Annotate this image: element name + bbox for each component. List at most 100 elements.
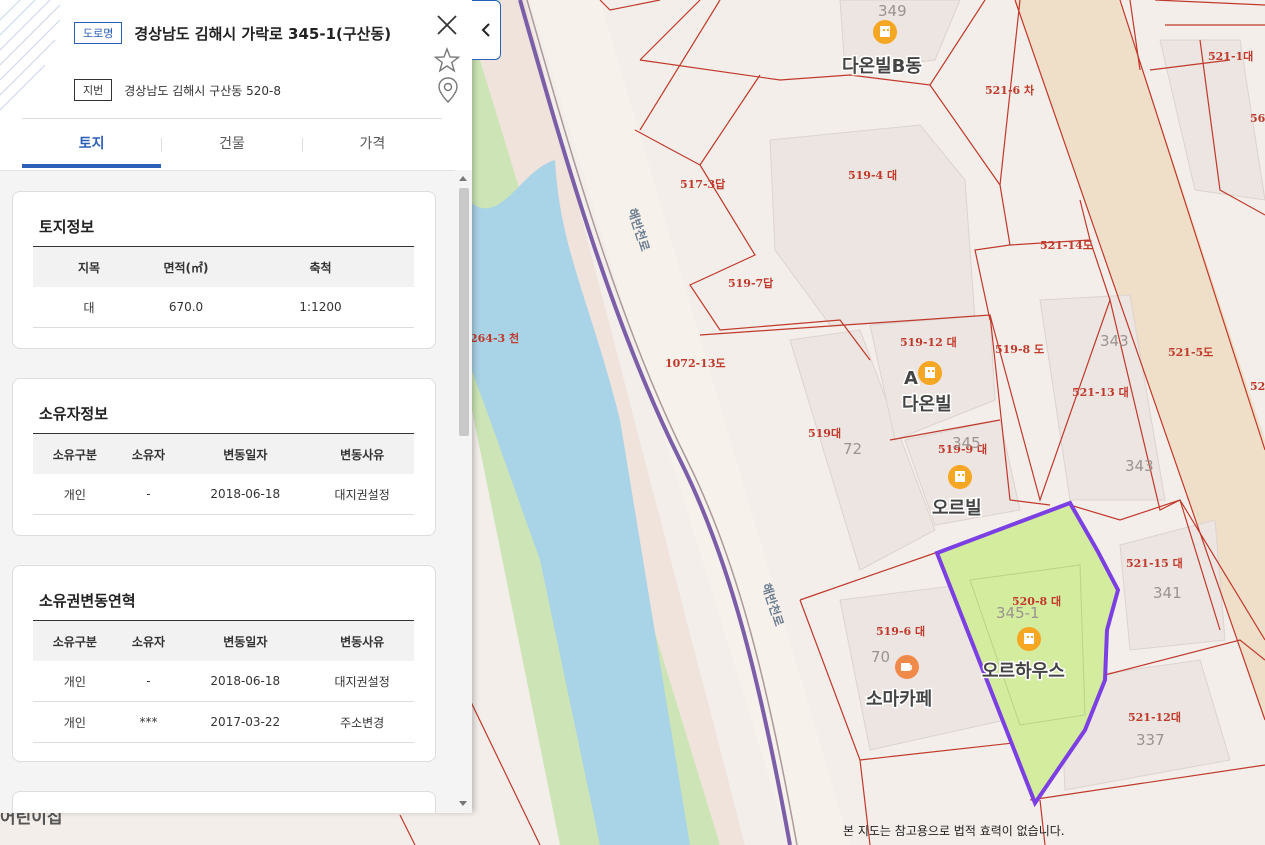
table-cell: - — [116, 661, 181, 702]
table-cell: 대 — [33, 287, 145, 328]
parcel-label: 519대 — [808, 426, 841, 440]
land-info-table: 지목 면적(㎡) 축척 대 670.0 1:1200 — [33, 246, 414, 328]
parcel-label: 521-6 차 — [985, 83, 1035, 97]
col-header: 소유구분 — [33, 620, 117, 661]
lot-address-tag: 지번 — [74, 79, 113, 101]
apartment-icon — [948, 465, 972, 489]
table-cell: 대지권설정 — [310, 474, 414, 515]
table-cell: 670.0 — [145, 287, 227, 328]
scroll-up-icon[interactable] — [459, 176, 467, 181]
parcel-label: 519-12 대 — [900, 335, 957, 349]
table-cell: 대지권설정 — [310, 661, 414, 702]
parcel-label: 521-12대 — [1128, 710, 1181, 724]
lot-address: 경상남도 김해시 구산동 520-8 — [124, 83, 281, 98]
parcel-label: 56 — [1250, 112, 1265, 125]
parcel-label: 345-1 — [996, 604, 1040, 622]
tab-land[interactable]: 토지 — [22, 128, 162, 170]
col-header: 변동사유 — [310, 620, 414, 661]
scrollbar[interactable] — [455, 170, 472, 812]
road-address-tag: 도로명 — [74, 22, 123, 44]
table-cell: 1:1200 — [227, 287, 414, 328]
col-header: 변동일자 — [180, 433, 311, 474]
ownership-history-table: 소유구분 소유자 변동일자 변동사유 개인 - 2018-06-18 대지권설정… — [33, 620, 414, 743]
lot-address-row: 지번 경상남도 김해시 구산동 520-8 — [74, 79, 281, 101]
parcel-label: 337 — [1136, 731, 1165, 749]
owner-info-card: 소유자정보 소유구분 소유자 변동일자 변동사유 개인 - 2018-06-18… — [12, 378, 436, 536]
col-header: 변동일자 — [180, 620, 311, 661]
owner-info-table: 소유구분 소유자 변동일자 변동사유 개인 - 2018-06-18 대지권설정 — [33, 433, 414, 515]
tab-bar: 토지 건물 가격 — [22, 128, 442, 170]
apartment-icon — [918, 361, 942, 385]
building-name: 다온빌B동 — [842, 56, 922, 77]
table-cell: *** — [116, 701, 181, 743]
road-address: 경상남도 김해시 가락로 345-1(구산동) — [134, 24, 392, 43]
table-row: 대 670.0 1:1200 — [33, 287, 414, 328]
parcel-label: 1072-13도 — [665, 357, 726, 370]
parcel-label: 521-14도 — [1040, 239, 1093, 252]
table-cell: 2018-06-18 — [180, 661, 311, 702]
land-info-title: 토지정보 — [39, 218, 95, 236]
building-name: 오르빌 — [932, 498, 982, 519]
table-row: 개인 - 2018-06-18 대지권설정 — [33, 661, 414, 702]
building-name: A — [904, 368, 918, 389]
table-cell: 개인 — [33, 474, 117, 515]
next-card — [12, 791, 436, 813]
parcel-label: 343 — [1125, 457, 1154, 475]
location-pin-icon[interactable] — [436, 77, 460, 103]
ownership-history-card: 소유권변동연혁 소유구분 소유자 변동일자 변동사유 개인 - 2018-06-… — [12, 565, 436, 762]
parcel-label: 343 — [1100, 332, 1129, 350]
col-header: 면적(㎡) — [145, 246, 227, 287]
parcel-label: 521-15 대 — [1126, 556, 1183, 570]
parcel-label: 517-3답 — [680, 177, 725, 191]
parcel-label: 521-1대 — [1208, 49, 1253, 63]
parcel-label: 519-4 대 — [848, 168, 897, 182]
tab-building[interactable]: 건물 — [162, 128, 301, 170]
owner-info-title: 소유자정보 — [39, 405, 109, 423]
table-row: 개인 - 2018-06-18 대지권설정 — [33, 474, 414, 515]
parcel-label: 519-7답 — [728, 276, 773, 290]
scrollbar-thumb[interactable] — [459, 188, 469, 436]
close-icon[interactable] — [434, 12, 460, 38]
table-row: 개인 *** 2017-03-22 주소변경 — [33, 701, 414, 743]
table-cell: 2017-03-22 — [180, 701, 311, 743]
col-header: 지목 — [33, 246, 145, 287]
land-info-card: 토지정보 지목 면적(㎡) 축척 대 670.0 1:1200 — [12, 191, 436, 349]
parcel-label: 341 — [1153, 584, 1182, 602]
col-header: 소유자 — [116, 620, 181, 661]
apartment-icon — [1017, 627, 1041, 651]
ownership-history-title: 소유권변동연혁 — [39, 592, 136, 610]
table-cell: 개인 — [33, 661, 117, 702]
building-name: 다온빌 — [902, 394, 952, 415]
parcel-label: 349 — [878, 2, 907, 20]
cafe-icon — [895, 655, 919, 679]
scroll-down-icon[interactable] — [459, 801, 467, 806]
parcel-label: 521-5도 — [1168, 346, 1213, 359]
col-header: 소유구분 — [33, 433, 117, 474]
parcel-label: 521-13 대 — [1072, 385, 1129, 399]
chevron-left-icon — [481, 23, 490, 37]
table-cell: 개인 — [33, 701, 117, 743]
parcel-label: 519-6 대 — [876, 624, 925, 638]
building-name: 오르하우스 — [982, 661, 1065, 682]
col-header: 변동사유 — [310, 433, 414, 474]
tab-price[interactable]: 가격 — [303, 128, 442, 170]
col-header: 소유자 — [116, 433, 181, 474]
parcel-label: 72 — [843, 440, 862, 458]
col-header: 축척 — [227, 246, 414, 287]
parcel-label: 52 — [1250, 380, 1265, 393]
apartment-icon — [873, 20, 897, 44]
collapse-panel-button[interactable] — [472, 0, 501, 60]
decorative-pattern — [0, 0, 60, 110]
panel-content[interactable]: 토지정보 지목 면적(㎡) 축척 대 670.0 1:1200 소유자정보 소유… — [0, 170, 472, 813]
building-name: 소마카페 — [866, 689, 932, 710]
road-address-row: 도로명 경상남도 김해시 가락로 345-1(구산동) — [74, 22, 391, 44]
parcel-label: 264-3 천 — [470, 331, 519, 345]
table-cell: 주소변경 — [310, 701, 414, 743]
parcel-label: 519-8 도 — [995, 343, 1044, 356]
map-disclaimer: 본 지도는 참고용으로 법적 효력이 없습니다. — [843, 824, 1065, 838]
info-panel: 도로명 경상남도 김해시 가락로 345-1(구산동) 지번 경상남도 김해시 … — [0, 0, 472, 813]
parcel-label: 70 — [871, 648, 890, 666]
table-cell: - — [116, 474, 181, 515]
parcel-label: 345 — [952, 434, 981, 452]
star-icon[interactable] — [434, 47, 460, 73]
